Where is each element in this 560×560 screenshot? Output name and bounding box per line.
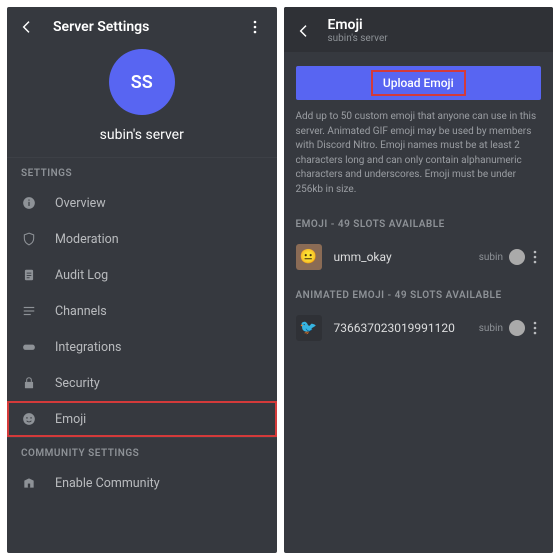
sidebar-item-channels[interactable]: Channels [7,293,277,329]
emoji-thumbnail: 😐 [296,244,322,270]
avatar [509,320,525,336]
gamepad-icon [21,339,37,355]
clipboard-icon [21,267,37,283]
list-icon [21,303,37,319]
right-subtitle: subin's server [328,33,388,44]
animated-emoji-label: ANIMATED EMOJI - 49 SLOTS AVAILABLE [284,278,554,307]
sidebar-item-label: Overview [55,196,106,211]
server-name: subin's server [100,127,184,143]
server-avatar-block: SS subin's server [7,45,277,157]
upload-emoji-label: Upload Emoji [371,70,466,96]
right-title: Emoji [328,17,388,33]
sidebar-item-security[interactable]: Security [7,365,277,401]
upload-wrap: Upload Emoji [284,52,554,106]
sidebar-item-enable-community[interactable]: Enable Community [7,465,277,501]
sidebar-item-label: Security [55,376,100,391]
sidebar-item-label: Integrations [55,340,121,355]
sidebar-item-emoji[interactable]: Emoji [7,401,277,437]
back-arrow-icon[interactable] [296,23,314,39]
sidebar-item-label: Moderation [55,232,119,247]
lock-icon [21,375,37,391]
emoji-row[interactable]: 😐 umm_okay subin [284,236,554,278]
sidebar-item-label: Enable Community [55,476,160,491]
static-emoji-label: EMOJI - 49 SLOTS AVAILABLE [284,207,554,236]
emoji-uploader: subin [479,323,503,334]
emoji-name: 736637023019991120 [334,321,479,335]
row-more-icon[interactable] [533,250,541,264]
server-settings-panel: Server Settings SS subin's server SETTIN… [7,7,277,553]
back-arrow-icon[interactable] [19,19,37,35]
upload-emoji-button[interactable]: Upload Emoji [296,66,542,100]
sidebar-item-audit-log[interactable]: Audit Log [7,257,277,293]
right-header: Emoji subin's server [284,7,554,52]
emoji-icon [21,411,37,427]
community-icon [21,475,37,491]
sidebar-item-integrations[interactable]: Integrations [7,329,277,365]
avatar [509,249,525,265]
sidebar-item-overview[interactable]: Overview [7,185,277,221]
info-icon [21,195,37,211]
emoji-thumbnail: 🐦 [296,315,322,341]
emoji-uploader: subin [479,252,503,263]
sidebar-item-label: Channels [55,304,107,319]
emoji-row[interactable]: 🐦 736637023019991120 subin [284,307,554,349]
section-label-settings: SETTINGS [7,157,277,185]
more-icon[interactable] [253,20,265,34]
emoji-name: umm_okay [334,250,479,264]
left-header-title: Server Settings [53,19,253,35]
emoji-panel: Emoji subin's server Upload Emoji Add up… [284,7,554,553]
sidebar-item-label: Audit Log [55,268,108,283]
row-more-icon[interactable] [533,321,541,335]
sidebar-item-moderation[interactable]: Moderation [7,221,277,257]
shield-icon [21,231,37,247]
server-avatar[interactable]: SS [109,49,175,115]
left-header: Server Settings [7,7,277,45]
emoji-description: Add up to 50 custom emoji that anyone ca… [284,106,554,207]
avatar-initials: SS [131,72,153,93]
sidebar-item-label: Emoji [55,412,86,427]
section-label-community: COMMUNITY SETTINGS [7,437,277,465]
